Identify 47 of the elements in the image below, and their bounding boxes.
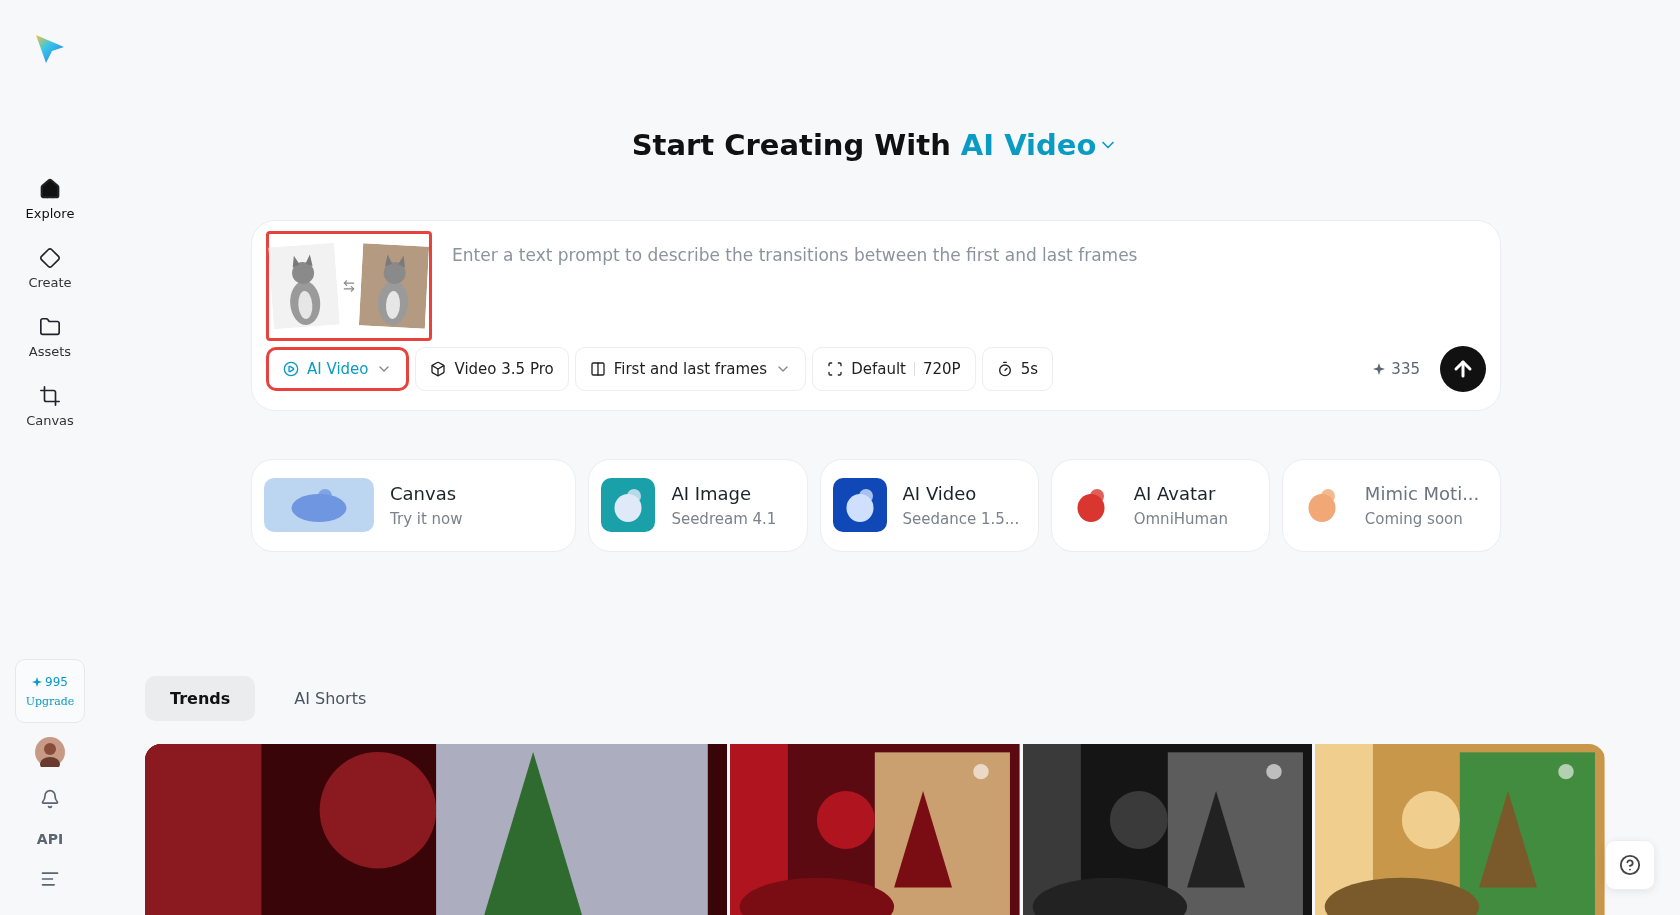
help-button[interactable] [1605, 840, 1655, 890]
diamond-icon [39, 247, 61, 269]
menu-icon[interactable] [40, 869, 60, 889]
ratio-icon [827, 360, 844, 377]
feature-title: AI Avatar [1133, 482, 1217, 504]
feature-title: Mimic Moti... [1364, 482, 1480, 504]
feature-subtitle: Coming soon [1364, 509, 1464, 528]
swap-icon[interactable] [342, 279, 356, 293]
credit-cost: 335 [1373, 359, 1420, 378]
home-icon [39, 178, 61, 200]
tab[interactable]: AI Shorts [269, 675, 392, 721]
sparkle-icon [32, 676, 43, 687]
frames-icon [589, 360, 606, 377]
nav-item[interactable]: Canvas [26, 385, 74, 428]
ratio-option[interactable]: Default 720P [812, 346, 976, 391]
feature-card[interactable]: AI Image Seedream 4.1 [588, 458, 808, 552]
feature-card[interactable]: AI Video Seedance 1.5... [819, 458, 1039, 552]
model-option[interactable]: Video 3.5 Pro [415, 346, 569, 391]
credit-count: 995 [32, 674, 68, 689]
frames-option[interactable]: First and last frames [574, 346, 807, 391]
nav-item[interactable]: Assets [28, 316, 72, 359]
feature-title: AI Image [671, 482, 753, 504]
crop-icon [39, 385, 61, 407]
help-icon [1619, 854, 1641, 876]
api-link[interactable]: API [36, 831, 64, 847]
feature-card[interactable]: Canvas Try it now [251, 458, 577, 552]
feature-subtitle: Try it now [390, 509, 463, 528]
folder-icon [39, 316, 61, 338]
feature-subtitle: OmniHuman [1133, 509, 1228, 528]
feature-title: AI Video [902, 482, 978, 504]
feature-title: Canvas [390, 482, 458, 504]
sparkle-icon [1373, 362, 1386, 375]
model-icon [430, 360, 447, 377]
duration-option[interactable]: 5s [981, 346, 1053, 391]
feature-subtitle: Seedance 1.5... [902, 509, 1020, 528]
avatar-icon[interactable] [35, 737, 65, 767]
nav-item[interactable]: Create [28, 247, 72, 290]
duration-icon [996, 360, 1013, 377]
frames-panel[interactable] [266, 231, 432, 341]
heading-text: Start Creating With [631, 128, 951, 162]
bell-icon[interactable] [40, 789, 60, 809]
mode-icon [283, 360, 299, 377]
send-button[interactable] [1440, 345, 1486, 392]
feature-subtitle: Seedream 4.1 [671, 509, 777, 528]
tab[interactable]: Trends [145, 675, 256, 721]
feature-card[interactable]: AI Avatar OmniHuman [1050, 458, 1270, 552]
nav-item[interactable]: Explore [25, 178, 75, 221]
